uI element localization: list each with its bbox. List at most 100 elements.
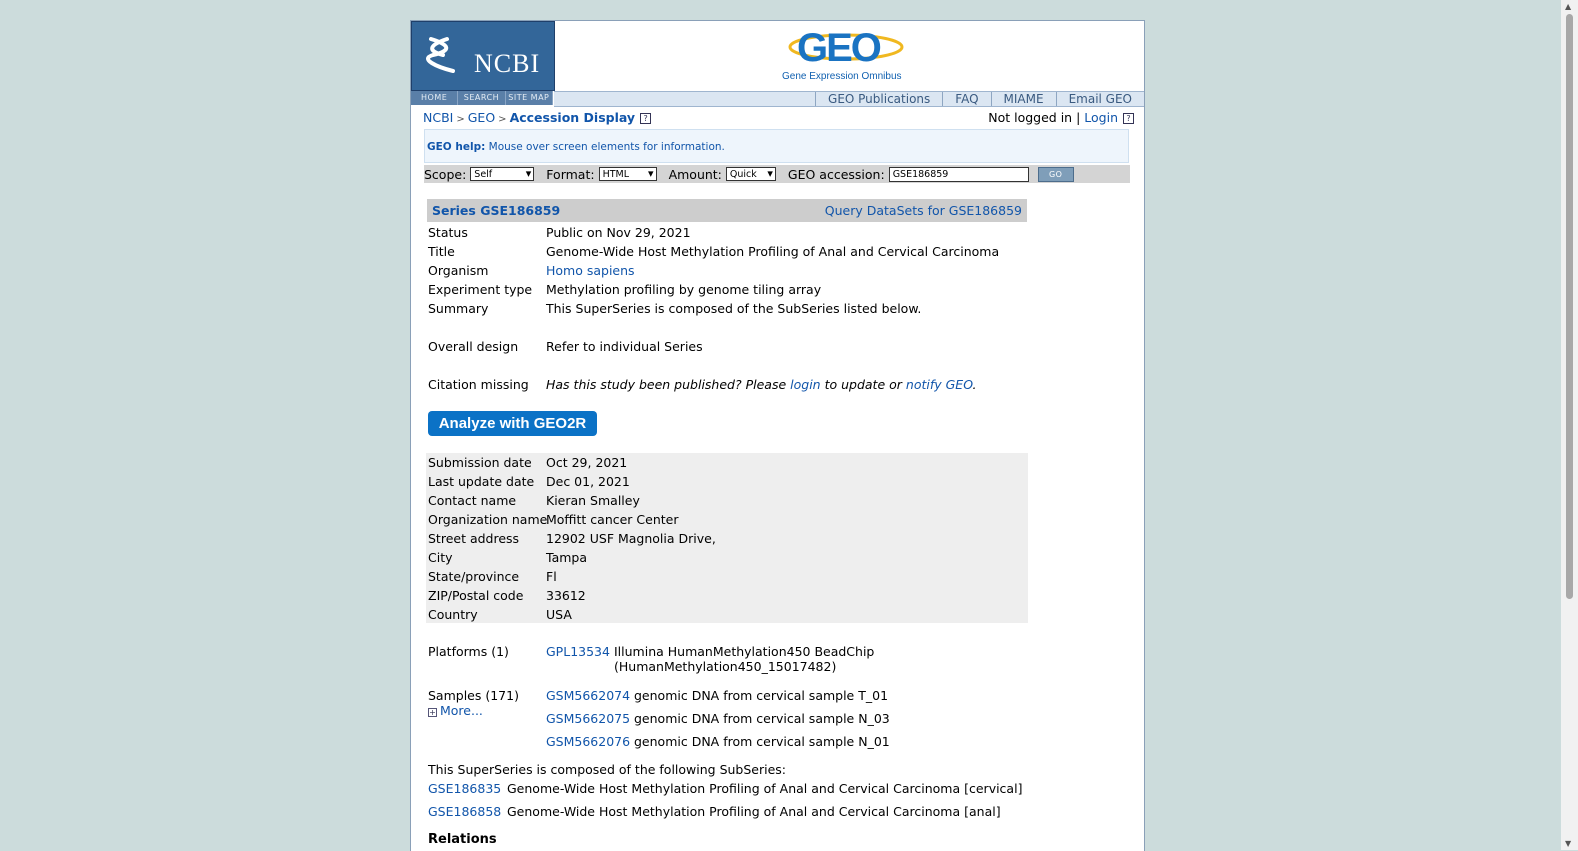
breadcrumb-current: Accession Display (509, 110, 636, 125)
sample-id-link[interactable]: GSM5662076 (546, 734, 630, 749)
subseries-id-link[interactable]: GSE186835 (428, 781, 501, 796)
state-value: Fl (546, 569, 557, 584)
subseries-id-link[interactable]: GSE186858 (428, 804, 501, 819)
platforms-key: Platforms (1) (428, 644, 509, 659)
samples-key: Samples (171) (428, 688, 519, 703)
breadcrumb: NCBI > GEO > Accession Display? (423, 110, 652, 125)
geo-subtitle: Gene Expression Omnibus (782, 71, 902, 82)
go-button[interactable]: GO (1037, 166, 1074, 182)
city-key: City (428, 550, 453, 565)
scope-label: Scope: (424, 166, 467, 182)
geo-publications-link[interactable]: GEO Publications (815, 92, 942, 106)
breadcrumb-separator: > (456, 114, 465, 125)
nav-sitemap-link[interactable]: SITE MAP (506, 91, 553, 105)
city-value: Tampa (546, 550, 587, 565)
scroll-down-icon[interactable]: ▼ (1565, 839, 1571, 848)
miame-link[interactable]: MIAME (990, 92, 1056, 106)
submission-date-key: Submission date (428, 455, 532, 470)
platform-desc-line2: (HumanMethylation450_15017482) (614, 659, 837, 674)
format-label: Format: (546, 166, 595, 182)
email-geo-link[interactable]: Email GEO (1055, 92, 1144, 106)
amount-select[interactable]: Quick (725, 167, 776, 181)
country-value: USA (546, 607, 572, 622)
contact-name-value: Kieran Smalley (546, 493, 640, 508)
ncbi-logo[interactable]: NCBI (411, 21, 555, 91)
summary-value: This SuperSeries is composed of the SubS… (546, 301, 922, 316)
sample-desc: genomic DNA from cervical sample T_01 (634, 688, 889, 703)
scroll-up-icon[interactable]: ▲ (1565, 2, 1571, 11)
faq-link[interactable]: FAQ (942, 92, 990, 106)
format-select[interactable]: HTML (598, 167, 657, 181)
sample-desc: genomic DNA from cervical sample N_01 (634, 734, 890, 749)
subseries-row: GSE186858 Genome-Wide Host Methylation P… (428, 804, 1001, 819)
geo-logo[interactable]: GEO Gene Expression Omnibus (554, 21, 1144, 89)
page-container: NCBI HOME SEARCH SITE MAP GEO Gene Expre… (410, 20, 1145, 851)
citation-value: Has this study been published? Please lo… (546, 377, 977, 392)
summary-key: Summary (428, 301, 489, 316)
nav-search-link[interactable]: SEARCH (458, 91, 506, 105)
status-value: Public on Nov 29, 2021 (546, 225, 691, 240)
last-update-key: Last update date (428, 474, 535, 489)
query-datasets-link[interactable]: Query DataSets for GSE186859 (825, 203, 1022, 218)
street-value: 12902 USF Magnolia Drive, (546, 531, 716, 546)
help-question-icon[interactable]: ? (640, 113, 652, 124)
scope-select[interactable]: Self (470, 167, 535, 181)
login-area: Not logged in | Login? (988, 110, 1134, 125)
status-key: Status (428, 225, 468, 240)
series-header: Series GSE186859 Query DataSets for GSE1… (427, 199, 1027, 222)
expand-plus-icon: + (428, 708, 437, 717)
relations-heading: Relations (428, 832, 497, 847)
citation-end-text: . (972, 377, 977, 392)
title-value: Genome-Wide Host Methylation Profiling o… (546, 244, 1000, 259)
scrollbar-thumb[interactable] (1566, 14, 1573, 599)
accession-input[interactable]: GSE186859 (888, 166, 1029, 182)
ncbi-nav: HOME SEARCH SITE MAP (411, 91, 553, 105)
subseries-row: GSE186835 Genome-Wide Host Methylation P… (428, 781, 1022, 796)
subseries-desc: Genome-Wide Host Methylation Profiling o… (507, 804, 1001, 819)
breadcrumb-ncbi-link[interactable]: NCBI (423, 110, 453, 125)
zip-value: 33612 (546, 588, 586, 603)
dna-helix-icon (425, 37, 455, 73)
login-status: Not logged in (988, 110, 1073, 125)
platform-desc-line1: Illumina HumanMethylation450 BeadChip (614, 644, 875, 659)
overall-design-value: Refer to individual Series (546, 339, 703, 354)
nav-home-link[interactable]: HOME (411, 91, 459, 105)
breadcrumb-geo-link[interactable]: GEO (468, 110, 495, 125)
notify-geo-link[interactable]: notify GEO (906, 377, 973, 392)
page-scrollbar[interactable]: ▲ ▼ (1561, 0, 1578, 850)
login-help-icon[interactable]: ? (1123, 113, 1134, 124)
state-key: State/province (428, 569, 520, 584)
geo-help-bar: GEO help: Mouse over screen elements for… (424, 129, 1129, 163)
contact-name-key: Contact name (428, 493, 517, 508)
login-link[interactable]: Login (1084, 110, 1118, 125)
organism-key: Organism (428, 263, 489, 278)
query-bar: Scope: Self Format: HTML Amount: Quick G… (424, 165, 1130, 183)
organization-value: Moffitt cancer Center (546, 512, 679, 527)
help-label: GEO help: (427, 141, 486, 153)
svg-text:GEO: GEO (797, 26, 881, 70)
samples-more-toggle[interactable]: + More... (428, 703, 483, 718)
citation-pre-text: Has this study been published? Please (546, 377, 787, 392)
citation-login-link[interactable]: login (790, 377, 820, 392)
ncbi-wordmark: NCBI (474, 49, 541, 78)
sample-id-link[interactable]: GSM5662074 (546, 688, 630, 703)
experiment-type-key: Experiment type (428, 282, 533, 297)
submission-date-value: Oct 29, 2021 (546, 455, 628, 470)
geo-logo-mark: GEO (788, 26, 904, 70)
experiment-type-value: Methylation profiling by genome tiling a… (546, 282, 822, 297)
organism-link[interactable]: Homo sapiens (546, 263, 635, 278)
organization-key: Organization name (428, 512, 548, 527)
top-links-bar: GEO Publications FAQ MIAME Email GEO (554, 91, 1144, 107)
last-update-value: Dec 01, 2021 (546, 474, 630, 489)
subseries-desc: Genome-Wide Host Methylation Profiling o… (507, 781, 1023, 796)
accession-label: GEO accession: (787, 166, 885, 182)
analyze-geo2r-button[interactable]: Analyze with GEO2R (428, 411, 597, 436)
samples-more-link[interactable]: More... (440, 703, 483, 718)
subseries-intro: This SuperSeries is composed of the foll… (428, 762, 787, 777)
street-key: Street address (428, 531, 520, 546)
citation-mid-text: to update or (824, 377, 902, 392)
sample-id-link[interactable]: GSM5662075 (546, 711, 630, 726)
citation-key: Citation missing (428, 377, 529, 392)
platform-id-link[interactable]: GPL13534 (546, 644, 610, 659)
title-key: Title (428, 244, 455, 259)
